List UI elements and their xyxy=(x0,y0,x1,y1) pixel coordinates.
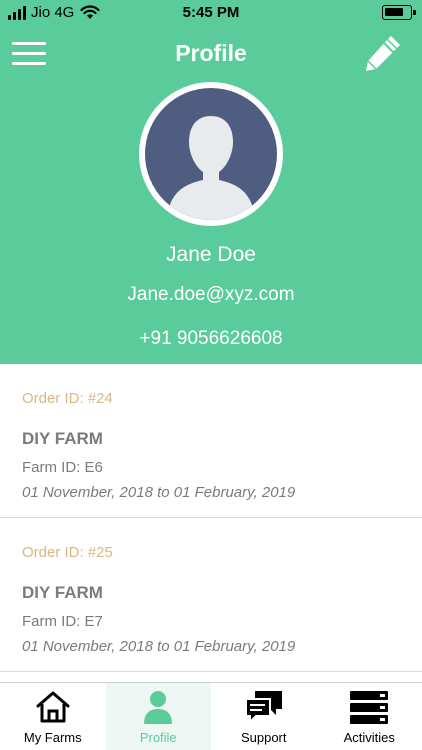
tab-label: Profile xyxy=(139,730,177,745)
tab-activities[interactable]: Activities xyxy=(317,683,422,750)
farm-id: Farm ID: E7 xyxy=(22,613,103,630)
profile-email: Jane.doe@xyz.com xyxy=(127,284,295,305)
edit-pencil-icon[interactable] xyxy=(362,36,400,74)
avatar-image xyxy=(145,88,277,220)
bottom-tab-bar: My Farms Profile Support Activities xyxy=(0,682,422,750)
order-card[interactable]: Order ID: #25 DIY FARM Farm ID: E7 01 No… xyxy=(0,518,422,672)
profile-name: Jane Doe xyxy=(166,243,256,266)
tab-label: Activities xyxy=(343,730,395,745)
farm-id: Farm ID: E6 xyxy=(22,459,103,476)
page-title: Profile xyxy=(175,40,247,66)
user-icon xyxy=(144,691,173,724)
chat-icon xyxy=(244,691,282,725)
home-icon xyxy=(36,691,70,723)
battery-icon xyxy=(382,5,416,20)
clock: 5:45 PM xyxy=(182,4,240,21)
tab-support[interactable]: Support xyxy=(211,683,317,750)
tab-label: My Farms xyxy=(23,730,82,745)
farm-name: DIY FARM xyxy=(22,583,103,602)
tab-my-farms[interactable]: My Farms xyxy=(0,683,106,750)
order-dates: 01 November, 2018 to 01 February, 2019 xyxy=(22,484,296,501)
order-list: Order ID: #24 DIY FARM Farm ID: E6 01 No… xyxy=(0,364,422,672)
user-silhouette-icon xyxy=(167,116,255,220)
order-id: Order ID: #24 xyxy=(22,390,113,407)
order-dates: 01 November, 2018 to 01 February, 2019 xyxy=(22,638,296,655)
list-icon xyxy=(350,691,389,724)
profile-phone: +91 9056626608 xyxy=(139,328,283,349)
farm-name: DIY FARM xyxy=(22,429,103,448)
order-id: Order ID: #25 xyxy=(22,544,113,561)
order-card[interactable]: Order ID: #24 DIY FARM Farm ID: E6 01 No… xyxy=(0,364,422,518)
status-bar: Jio 4G 5:45 PM xyxy=(0,0,422,26)
tab-profile[interactable]: Profile xyxy=(105,683,211,750)
avatar[interactable] xyxy=(139,82,283,226)
profile-header: Jio 4G 5:45 PM Profile Jane Doe Jane.doe… xyxy=(0,0,422,364)
tab-label: Support xyxy=(240,730,287,745)
